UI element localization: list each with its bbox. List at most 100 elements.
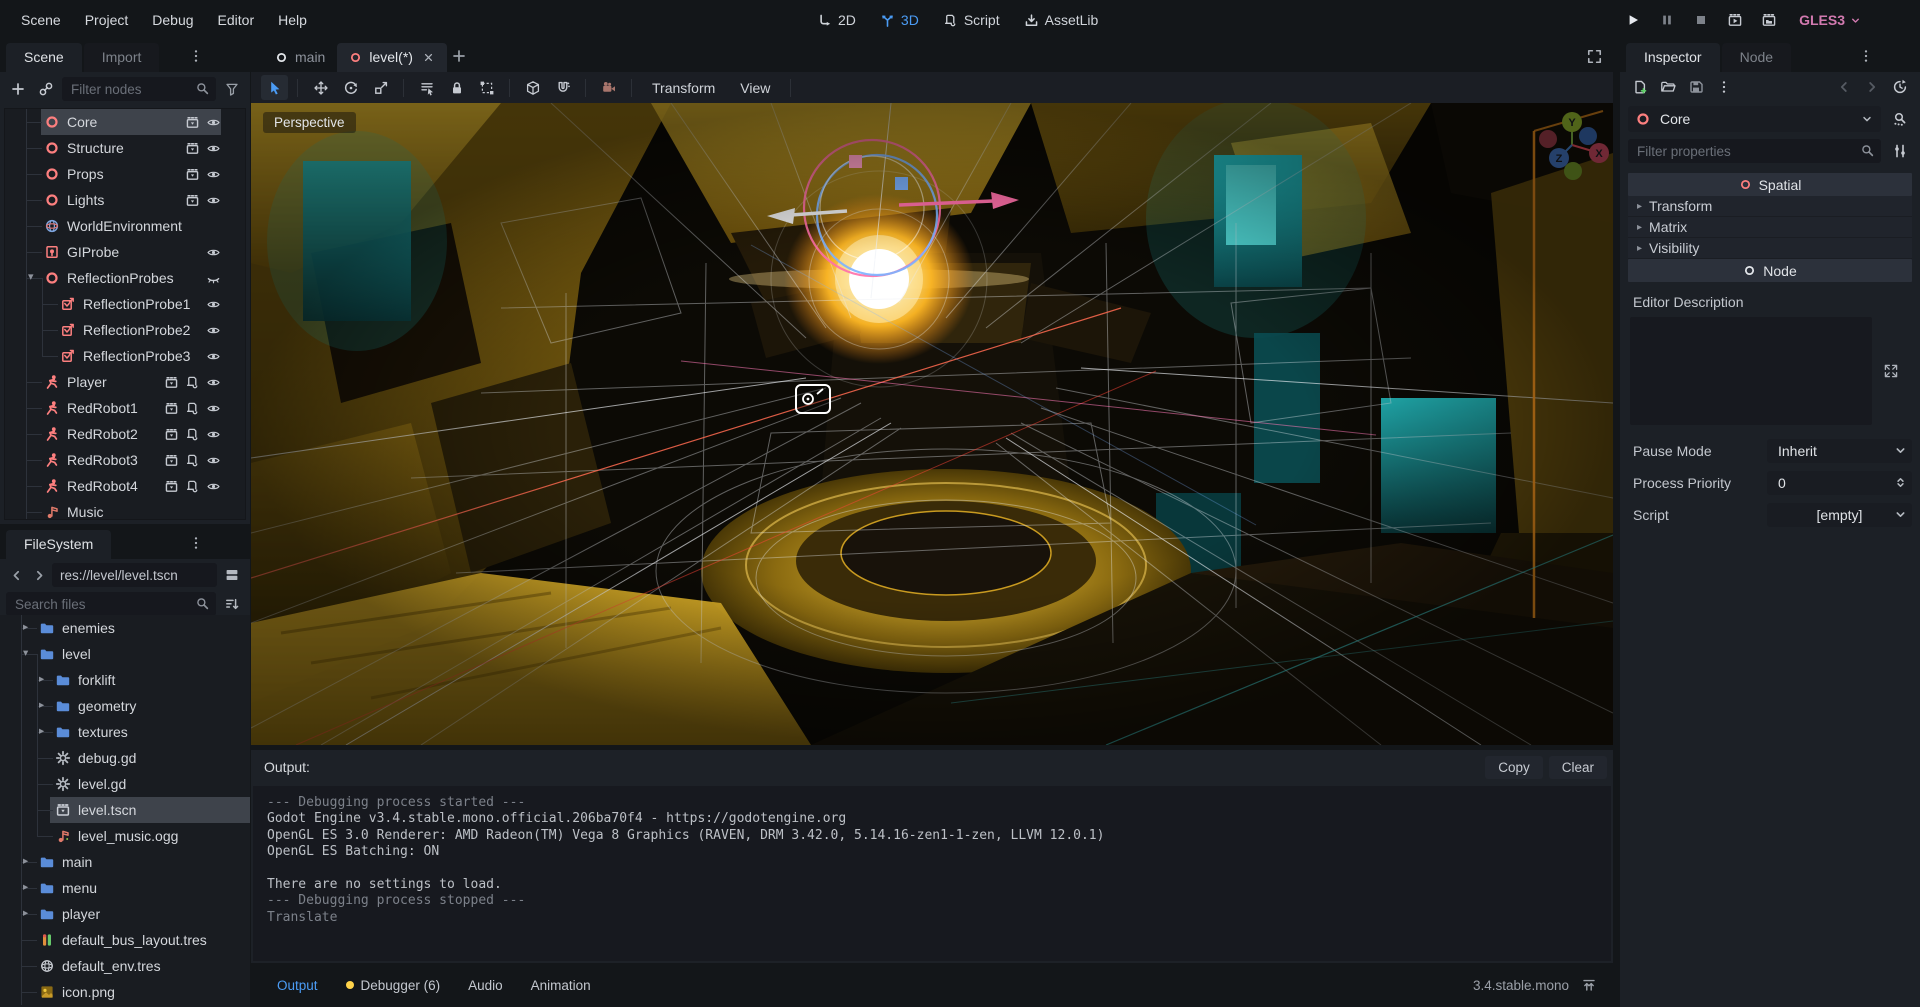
file-item-geometry[interactable]: ▸ geometry	[0, 693, 250, 719]
copy-button[interactable]: Copy	[1485, 756, 1543, 779]
close-tab-icon[interactable]	[422, 51, 435, 64]
filesystem-tab-filesystem[interactable]: FileSystem	[6, 530, 111, 559]
menu-help[interactable]: Help	[267, 7, 318, 33]
script-icon[interactable]	[185, 375, 200, 390]
scene-node-music[interactable]: Music	[5, 499, 245, 520]
load-resource-icon[interactable]	[1660, 79, 1676, 95]
file-item-debug.gd[interactable]: debug.gd	[0, 745, 250, 771]
expand-description-icon[interactable]	[1883, 363, 1899, 379]
add-node-button[interactable]	[6, 77, 30, 101]
tool-list-select-button[interactable]	[413, 75, 440, 100]
scene-node-reflectionprobe2[interactable]: ReflectionProbe2	[5, 317, 245, 343]
filter-nodes-input[interactable]	[62, 77, 216, 101]
edited-object-dropdown[interactable]: Core	[1628, 106, 1881, 132]
tool-group-button[interactable]	[473, 75, 500, 100]
bottom-tab-output[interactable]: Output	[267, 973, 328, 998]
output-log[interactable]: --- Debugging process started ---Godot E…	[253, 786, 1611, 961]
filter-options-button[interactable]	[220, 77, 244, 101]
expand-arrow-icon[interactable]: ▸	[39, 699, 44, 711]
open-scene-icon[interactable]	[164, 479, 179, 494]
video-driver-selector[interactable]: GLES3	[1799, 12, 1862, 28]
workspace-assetlib[interactable]: AssetLib	[1024, 12, 1099, 28]
open-scene-icon[interactable]	[164, 427, 179, 442]
search-files-input[interactable]	[6, 592, 216, 616]
scene-node-redrobot2[interactable]: RedRobot2	[5, 421, 245, 447]
expand-arrow-icon[interactable]: ▸	[23, 907, 28, 919]
menu-debug[interactable]: Debug	[141, 7, 204, 33]
collapse-arrow-icon[interactable]: ▾	[28, 270, 34, 283]
script-icon[interactable]	[185, 453, 200, 468]
file-item-enemies[interactable]: ▸ enemies	[0, 615, 250, 641]
scene-node-props[interactable]: Props	[5, 161, 245, 187]
open-scene-icon[interactable]	[164, 375, 179, 390]
visibility-icon[interactable]	[206, 141, 221, 156]
instance-scene-button[interactable]	[34, 77, 58, 101]
manage-properties-button[interactable]	[1888, 139, 1912, 163]
expand-arrow-icon[interactable]: ▸	[23, 881, 28, 893]
workspace-2d[interactable]: 2D	[817, 12, 856, 28]
scene-node-giprobe[interactable]: GIProbe	[5, 239, 245, 265]
filter-properties-input[interactable]	[1628, 139, 1881, 163]
open-scene-icon[interactable]	[164, 453, 179, 468]
section-node[interactable]: Node	[1628, 259, 1912, 282]
tool-snap-button[interactable]	[549, 75, 576, 100]
file-item-menu[interactable]: ▸ menu	[0, 875, 250, 901]
expand-arrow-icon[interactable]: ▸	[39, 725, 44, 737]
play-button[interactable]	[1625, 12, 1642, 29]
scene-node-worldenvironment[interactable]: WorldEnvironment	[5, 213, 245, 239]
file-item-player[interactable]: ▸ player	[0, 901, 250, 927]
file-item-icon.png[interactable]: icon.png	[0, 979, 250, 1005]
visibility-icon[interactable]	[206, 115, 221, 130]
file-item-default_env.tres[interactable]: default_env.tres	[0, 953, 250, 979]
scene-node-reflectionprobe1[interactable]: ReflectionProbe1	[5, 291, 245, 317]
open-scene-icon[interactable]	[185, 193, 200, 208]
file-item-level.gd[interactable]: level.gd	[0, 771, 250, 797]
history-forward-button[interactable]	[29, 564, 49, 586]
expand-viewport-icon[interactable]	[1586, 48, 1603, 65]
open-scene-icon[interactable]	[185, 141, 200, 156]
play-scene-button[interactable]	[1727, 12, 1744, 29]
bottom-tab-animation[interactable]: Animation	[521, 973, 601, 998]
scene-node-core[interactable]: Core	[5, 109, 245, 135]
file-item-default_bus_layout.tres[interactable]: default_bus_layout.tres	[0, 927, 250, 953]
scene-node-structure[interactable]: Structure	[5, 135, 245, 161]
scene-node-lights[interactable]: Lights	[5, 187, 245, 213]
sort-files-button[interactable]	[220, 592, 244, 616]
visibility-icon[interactable]	[206, 375, 221, 390]
workspace-script[interactable]: Script	[943, 12, 1000, 28]
menu-editor[interactable]: Editor	[207, 7, 266, 33]
dock-menu-icon[interactable]	[1858, 48, 1874, 64]
expand-arrow-icon[interactable]: ▸	[39, 673, 44, 685]
tool-rotate-button[interactable]	[337, 75, 364, 100]
expand-arrow-icon[interactable]: ▸	[23, 855, 28, 867]
perspective-menu[interactable]: Perspective	[263, 112, 356, 133]
group-visibility[interactable]: ▸Visibility	[1628, 238, 1912, 259]
scene-node-redrobot1[interactable]: RedRobot1	[5, 395, 245, 421]
visibility-icon[interactable]	[206, 349, 221, 364]
workspace-3d[interactable]: 3D	[880, 12, 919, 28]
dock-menu-icon[interactable]	[188, 535, 204, 551]
visibility-icon[interactable]	[206, 167, 221, 182]
menu-scene[interactable]: Scene	[10, 7, 72, 33]
process-priority-spinner[interactable]: 0	[1767, 471, 1912, 495]
script-icon[interactable]	[185, 401, 200, 416]
scene-tab-level[interactable]: level(*)	[337, 43, 447, 72]
pause-mode-dropdown[interactable]: Inherit	[1767, 439, 1912, 463]
section-spatial[interactable]: Spatial	[1628, 173, 1912, 196]
visibility-icon[interactable]	[206, 479, 221, 494]
viewport-menu-transform[interactable]: Transform	[641, 77, 726, 99]
scene-node-redrobot4[interactable]: RedRobot4	[5, 473, 245, 499]
group-matrix[interactable]: ▸Matrix	[1628, 217, 1912, 238]
expand-arrow-icon[interactable]: ▸	[23, 621, 28, 633]
edit-history-icon[interactable]	[1892, 79, 1908, 95]
scene-node-player[interactable]: Player	[5, 369, 245, 395]
current-path-field[interactable]: res://level/level.tscn	[52, 563, 217, 587]
visibility-icon[interactable]	[206, 297, 221, 312]
tool-camera-preview-button[interactable]	[595, 75, 622, 100]
tool-local-space-button[interactable]	[519, 75, 546, 100]
viewport-3d[interactable]: Y X Z Perspective	[251, 103, 1613, 745]
visibility-icon[interactable]	[206, 401, 221, 416]
menu-project[interactable]: Project	[74, 7, 140, 33]
inspector-tab-inspector[interactable]: Inspector	[1626, 43, 1720, 72]
new-scene-tab-button[interactable]	[447, 44, 471, 68]
